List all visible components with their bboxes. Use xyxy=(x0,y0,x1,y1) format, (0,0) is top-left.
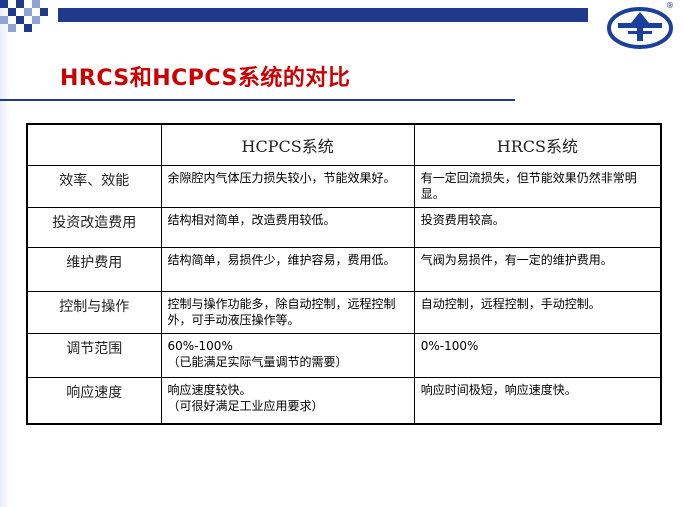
checker-square xyxy=(32,0,40,8)
table-header-row: HCPCS系统 HRCS系统 xyxy=(26,123,662,166)
hrcs-cell: 气阀为易损件，有一定的维护费用。 xyxy=(413,247,662,292)
feature-cell: 效率、效能 xyxy=(26,165,162,208)
table-row: 维护费用 结构简单，易损件少，维护容易，费用低。 气阀为易损件，有一定的维护费用… xyxy=(26,247,662,292)
checker-square xyxy=(0,16,8,24)
left-gradient-band xyxy=(0,0,10,507)
title-underline xyxy=(0,99,515,101)
checker-square xyxy=(32,16,40,24)
hrcs-cell: 0%-100% xyxy=(413,333,662,378)
checker-square xyxy=(16,0,24,8)
registered-mark: ® xyxy=(666,1,674,10)
hcpcs-cell: 控制与操作功能多，除自动控制，远程控制外，可手动液压操作等。 xyxy=(160,291,415,334)
hcpcs-cell: 结构相对简单，改造费用较低。 xyxy=(160,207,415,248)
table-row: 效率、效能 余隙腔内气体压力损失较小，节能效果好。 有一定回流损失，但节能效果仍… xyxy=(26,165,662,208)
table-row: 投资改造费用 结构相对简单，改造费用较低。 投资费用较高。 xyxy=(26,207,662,248)
hrcs-cell: 响应时间极短，响应速度快。 xyxy=(413,377,662,424)
checker-square xyxy=(8,24,16,32)
checker-square xyxy=(40,8,48,16)
feature-cell: 控制与操作 xyxy=(26,291,162,334)
table-row: 响应速度 响应速度较快。 （可很好满足工业应用要求） 响应时间极短，响应速度快。 xyxy=(26,377,662,424)
hcpcs-cell: 结构简单，易损件少，维护容易，费用低。 xyxy=(160,247,415,292)
hcpcs-range-note: （已能满足实际气量调节的需要） xyxy=(167,355,348,369)
table-row: 调节范围 60%-100% （已能满足实际气量调节的需要） 0%-100% xyxy=(26,333,662,378)
hrcs-cell: 投资费用较高。 xyxy=(413,207,662,248)
feature-cell: 维护费用 xyxy=(26,247,162,292)
header-cell-hrcs: HRCS系统 xyxy=(413,123,662,166)
hcpcs-cell: 余隙腔内气体压力损失较小，节能效果好。 xyxy=(160,165,415,208)
hcpcs-speed-value: 响应速度较快。 xyxy=(167,383,252,397)
hrcs-cell: 有一定回流损失，但节能效果仍然非常明显。 xyxy=(413,165,662,208)
hcpcs-cell: 60%-100% （已能满足实际气量调节的需要） xyxy=(160,333,415,378)
hcpcs-range-value: 60%-100% xyxy=(167,339,233,353)
checker-square xyxy=(8,8,16,16)
checker-decoration xyxy=(0,0,64,32)
feature-cell: 响应速度 xyxy=(26,377,162,424)
hcpcs-speed-note: （可很好满足工业应用要求） xyxy=(167,399,324,413)
checker-square xyxy=(16,16,24,24)
comparison-table: HCPCS系统 HRCS系统 效率、效能 余隙腔内气体压力损失较小，节能效果好。… xyxy=(26,123,662,425)
feature-cell: 调节范围 xyxy=(26,333,162,378)
slide-title: HRCS和HCPCS系统的对比 xyxy=(60,66,351,91)
checker-square xyxy=(24,24,32,32)
header-cell-hcpcs: HCPCS系统 xyxy=(160,123,415,166)
header-bar xyxy=(58,8,588,22)
feature-cell: 投资改造费用 xyxy=(26,207,162,248)
hcpcs-cell: 响应速度较快。 （可很好满足工业应用要求） xyxy=(160,377,415,424)
checker-square xyxy=(0,0,8,8)
hrcs-cell: 自动控制，远程控制，手动控制。 xyxy=(413,291,662,334)
company-emblem-icon: ® xyxy=(604,1,676,50)
table-row: 控制与操作 控制与操作功能多，除自动控制，远程控制外，可手动液压操作等。 自动控… xyxy=(26,291,662,334)
header-cell-blank xyxy=(26,123,162,166)
checker-square xyxy=(24,8,32,16)
